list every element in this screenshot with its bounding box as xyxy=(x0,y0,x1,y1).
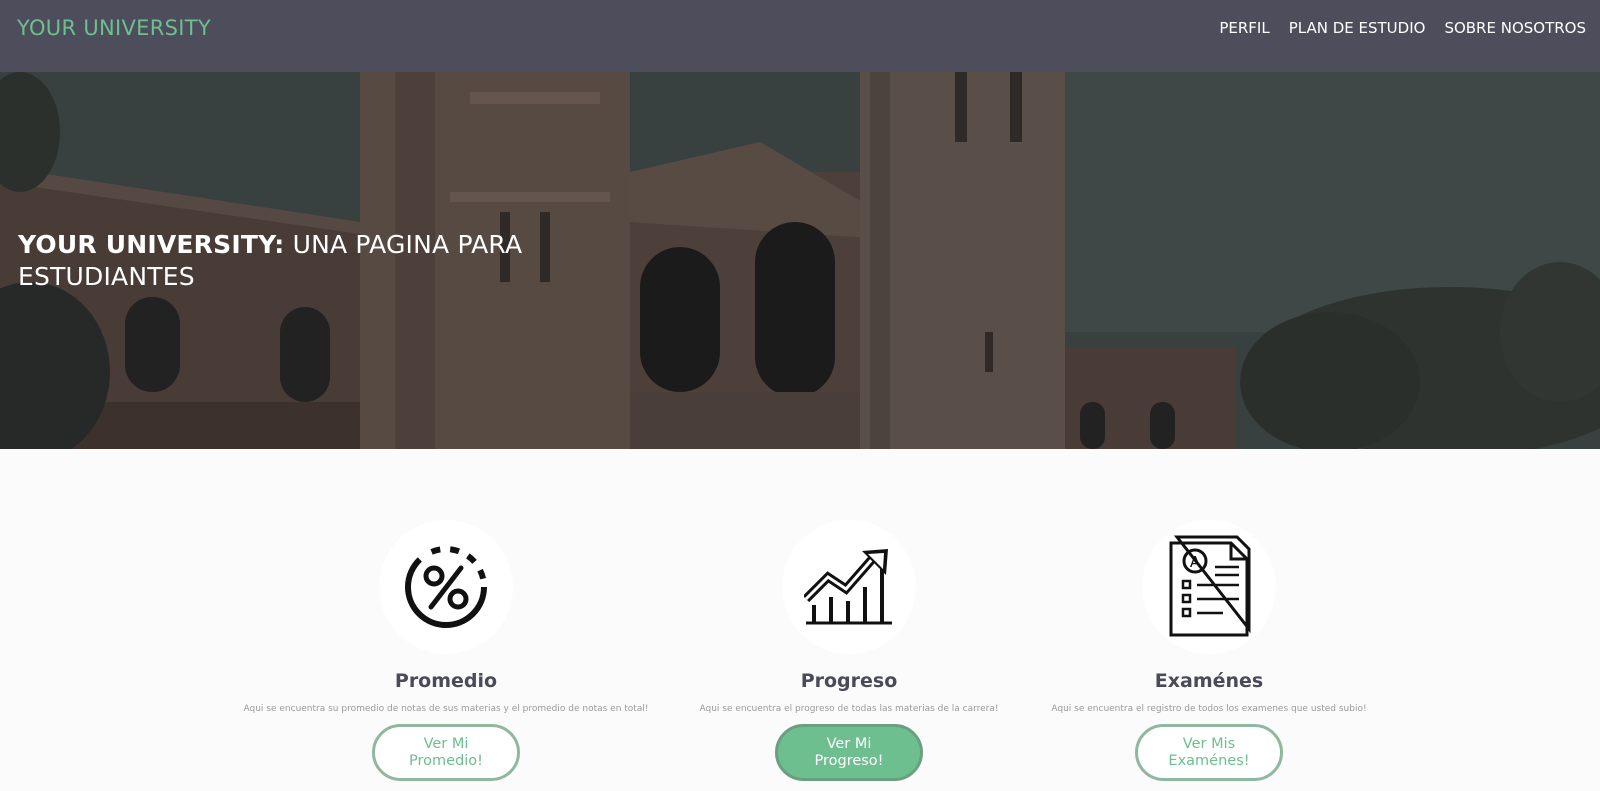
hero-banner: YOUR UNIVERSITY: UNA PAGINA PARA ESTUDIA… xyxy=(0,72,1600,449)
nav-link-plan-de-estudio[interactable]: PLAN DE ESTUDIO xyxy=(1289,19,1426,37)
brand-logo-link[interactable]: YOUR UNIVERSITY xyxy=(17,16,211,40)
exam-document-icon: A xyxy=(1169,535,1251,637)
growth-chart-icon xyxy=(804,549,892,625)
feature-description: Aqui se encuentra el registro de todos l… xyxy=(1051,704,1367,714)
hero-title-bold: YOUR UNIVERSITY: xyxy=(18,230,285,259)
nav-link-sobre-nosotros[interactable]: SOBRE NOSOTROS xyxy=(1444,19,1586,37)
feature-examenes: A Examénes Aqui se encuentra el registro… xyxy=(989,520,1429,781)
feature-icon-circle xyxy=(782,520,916,654)
ver-mis-examenes-button[interactable]: Ver Mis Examénes! xyxy=(1135,724,1283,781)
feature-title: Examénes xyxy=(1154,670,1264,692)
svg-text:A: A xyxy=(1190,553,1201,571)
feature-title: Promedio xyxy=(394,670,498,692)
feature-description: Aqui se encuentra su promedio de notas d… xyxy=(243,704,649,714)
feature-icon-circle xyxy=(379,520,513,654)
feature-promedio: Promedio Aqui se encuentra su promedio d… xyxy=(226,520,666,781)
percent-icon xyxy=(405,546,487,628)
ver-mi-progreso-button[interactable]: Ver Mi Progreso! xyxy=(775,724,923,781)
navbar: YOUR UNIVERSITY PERFIL PLAN DE ESTUDIO S… xyxy=(0,0,1600,72)
nav-link-perfil[interactable]: PERFIL xyxy=(1219,19,1269,37)
nav-links: PERFIL PLAN DE ESTUDIO SOBRE NOSOTROS xyxy=(1200,19,1586,37)
feature-icon-circle: A xyxy=(1142,520,1276,654)
ver-mi-promedio-button[interactable]: Ver Mi Promedio! xyxy=(372,724,520,781)
hero-title: YOUR UNIVERSITY: UNA PAGINA PARA ESTUDIA… xyxy=(18,229,618,293)
